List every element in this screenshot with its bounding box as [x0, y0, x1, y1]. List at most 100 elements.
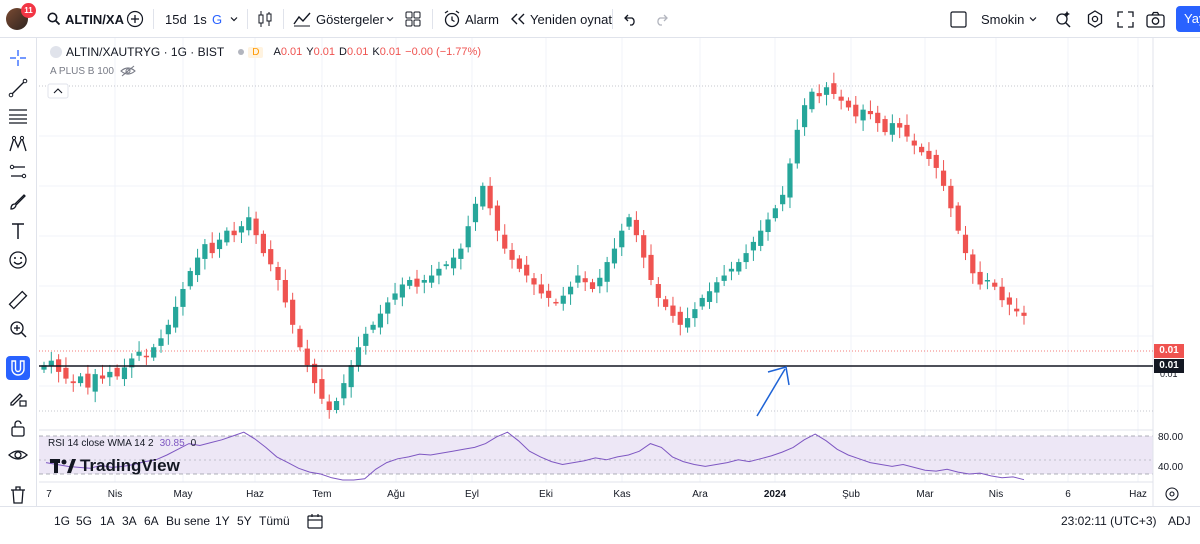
session-dot: [238, 49, 245, 55]
candle: [1006, 292, 1012, 316]
change-value: −0.00 (−1.77%): [405, 46, 481, 58]
candle: [70, 374, 76, 392]
hidden-eye-icon[interactable]: [120, 65, 136, 77]
indicator-label: A PLUS B 100: [50, 65, 114, 77]
candle: [311, 358, 318, 394]
rsi-lower-label: 40.00: [1158, 462, 1183, 473]
candle: [743, 244, 749, 270]
candle: [165, 319, 171, 345]
candle: [450, 248, 457, 276]
arrow-drawing[interactable]: [756, 366, 790, 417]
candle: [992, 279, 998, 291]
candle: [333, 397, 340, 414]
grid-lines: [39, 38, 1153, 482]
candle: [121, 358, 128, 387]
candle: [1021, 305, 1027, 325]
candle: [648, 244, 654, 286]
candle: [582, 271, 588, 291]
candle: [911, 133, 917, 155]
candle: [838, 89, 844, 110]
candle: [180, 282, 186, 316]
candle: [341, 374, 347, 406]
candle: [546, 283, 552, 307]
candle: [875, 105, 881, 132]
candle: [728, 261, 735, 281]
price-chart[interactable]: 7 Nis May Haz Tem Ağu Eyl Eki Kas Ara 2024 Şub Mar Ni…: [0, 0, 1200, 544]
candle: [736, 258, 742, 275]
candle: [516, 255, 522, 273]
candle: [436, 261, 442, 285]
range-button[interactable]: Tümü: [259, 507, 290, 535]
time-label: 6: [1065, 489, 1071, 500]
time-axis: 7 Nis May Haz Tem Ağu Eyl Eki Kas Ara 2024 Şub Mar Ni…: [46, 489, 1147, 500]
candle: [304, 339, 310, 373]
candle: [721, 264, 727, 287]
candle: [1014, 298, 1020, 317]
date-range-button[interactable]: [307, 507, 323, 535]
candle: [567, 281, 574, 305]
candle: [750, 236, 757, 261]
candle: [246, 206, 252, 236]
range-button[interactable]: 1G: [54, 507, 70, 535]
candle: [458, 243, 464, 270]
candle: [780, 186, 786, 212]
candle: [48, 351, 54, 374]
last-price-label: 0.01: [1154, 344, 1184, 358]
range-button[interactable]: 6A: [144, 507, 159, 535]
range-button[interactable]: 5G: [76, 507, 92, 535]
candle: [655, 277, 661, 307]
time-label: Şub: [842, 489, 860, 500]
collapse-pane-button[interactable]: [47, 83, 69, 99]
candle: [494, 200, 501, 242]
high-label: Y: [306, 46, 314, 58]
legend-title[interactable]: ALTIN/XAUTRYG · 1G · BIST: [66, 45, 224, 59]
tradingview-logo[interactable]: TradingView: [50, 456, 180, 476]
time-axis-settings-button[interactable]: [1165, 487, 1179, 501]
candle: [919, 143, 925, 156]
candle: [377, 304, 384, 335]
timezone-clock[interactable]: 23:02:11 (UTC+3): [1061, 507, 1157, 535]
candle: [399, 277, 405, 307]
candle: [823, 82, 830, 106]
range-button[interactable]: Bu sene: [166, 507, 210, 535]
bottom-toolbar: 1G 5G 1A 3A 6A Bu sene 1Y 5Y Tümü 23:02:11 (UTC+…: [0, 506, 1200, 544]
candle: [268, 240, 274, 272]
range-button[interactable]: 1A: [100, 507, 115, 535]
candle: [253, 211, 259, 244]
range-button[interactable]: 1Y: [215, 507, 230, 535]
candle: [407, 276, 413, 290]
candle: [429, 264, 435, 288]
range-button[interactable]: 5Y: [237, 507, 252, 535]
candle: [589, 278, 596, 293]
candle: [92, 368, 98, 403]
candle: [962, 225, 969, 261]
candle: [714, 277, 720, 304]
calendar-icon: [307, 514, 323, 529]
candle: [363, 326, 369, 355]
candle: [282, 269, 288, 308]
candle: [809, 88, 815, 113]
candle: [801, 98, 808, 136]
crosshair-price-label: 0.01: [1154, 359, 1184, 373]
range-button[interactable]: 3A: [122, 507, 137, 535]
candle: [758, 220, 764, 252]
time-label: Mar: [916, 489, 934, 500]
time-label: Kas: [613, 489, 630, 500]
candle: [597, 269, 603, 294]
candle: [260, 230, 267, 257]
candle: [231, 221, 237, 243]
candle: [853, 95, 859, 124]
adj-toggle[interactable]: ADJ: [1168, 507, 1191, 535]
candle: [692, 302, 698, 327]
candle: [487, 177, 493, 216]
close-value: 0.01: [379, 46, 402, 58]
rsi-title[interactable]: RSI 14 close WMA 14 2: [48, 438, 154, 449]
candle: [538, 273, 544, 299]
candle: [889, 114, 895, 142]
candle: [977, 261, 983, 290]
candle: [948, 178, 954, 218]
candle: [531, 273, 537, 296]
candle: [999, 277, 1005, 308]
candle: [465, 215, 471, 253]
low-label: D: [339, 46, 347, 58]
